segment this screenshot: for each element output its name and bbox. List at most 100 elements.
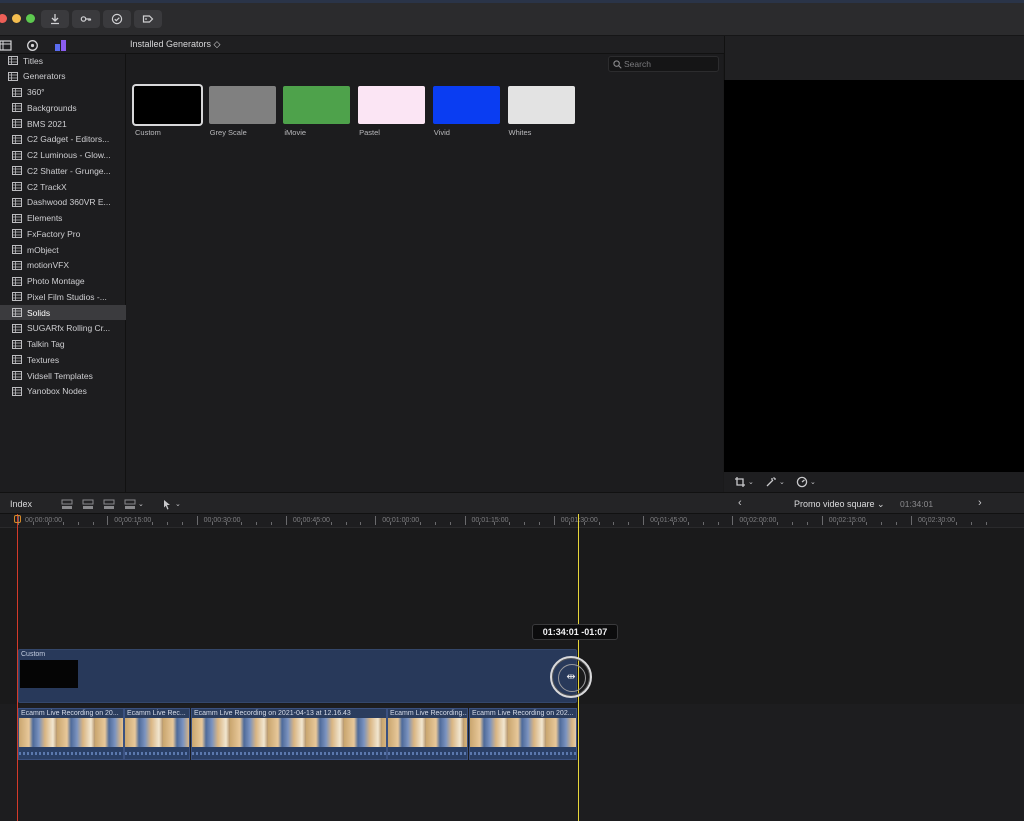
sidebar-item[interactable]: Vidsell Templates [0,368,126,383]
generator-clip-thumbnail [20,660,78,688]
ruler-tick [553,516,555,525]
sidebar-item-label: C2 Luminous - Glow... [27,150,111,160]
sidebar-item[interactable]: Yanobox Nodes [0,384,126,399]
folder-grid-icon [12,134,22,144]
sidebar-item[interactable]: Talkin Tag [0,337,126,352]
titles-generators-tab[interactable] [53,38,67,52]
ruler-minor-tick [419,522,421,525]
ruler-minor-tick [955,522,957,525]
sidebar-item-label: Vidsell Templates [27,370,93,381]
video-clip-name: Ecamm Live Recording on 20... [21,710,119,717]
title-bar-accent [0,0,1024,3]
video-clip[interactable]: Ecamm Live Recording... [387,708,468,760]
generator-label: Custom [135,128,161,137]
video-clip[interactable]: Ecamm Live Recording on 2021-04-13 at 12… [191,708,387,760]
sidebar-item[interactable]: SUGARfx Rolling Cr... [0,321,126,336]
sidebar-item[interactable]: C2 TrackX [0,179,126,194]
zoom-window-button[interactable] [26,14,35,23]
sidebar-item-label: Pixel Film Studios -... [27,291,107,302]
clip-appearance-button-3[interactable] [103,498,115,510]
titles-generators-icon [54,39,66,51]
trim-cursor-icon[interactable]: ⇹ [564,670,578,684]
ruler-minor-tick [777,522,779,525]
sidebar-item[interactable]: Backgrounds [0,100,126,115]
keywords-button[interactable] [72,10,100,28]
browser-toolbar: Installed Generators ◇ [0,36,724,54]
sidebar-item[interactable]: C2 Gadget - Editors... [0,132,126,147]
photos-tab[interactable] [25,38,39,52]
folder-grid-icon [12,355,22,365]
tool-select-button[interactable]: ⌄ [162,498,181,510]
generator-label: Grey Scale [209,128,247,137]
generator-thumbnail[interactable] [283,86,351,124]
generator-thumbnail[interactable] [358,86,426,124]
folder-grid-icon [12,386,22,396]
ruler-minor-tick [330,522,332,525]
overwrite-clip-button[interactable]: ⌄ [124,498,144,510]
ruler-label: 00:00:15:00 [114,517,152,524]
sidebar-item[interactable]: BMS 2021 [0,116,126,131]
search-placeholder: Search [624,59,651,69]
sidebar-item[interactable]: Generators [0,69,126,84]
back-arrow-button[interactable]: ‹ [738,497,742,509]
generator-thumbnail[interactable] [134,86,201,124]
arrow-pointer-icon [164,499,170,509]
sidebar-item[interactable]: Solids [0,305,126,320]
folder-grid-icon [12,292,22,302]
sidebar-item[interactable]: C2 Luminous - Glow... [0,148,126,163]
libraries-tab[interactable] [0,38,12,52]
folder-grid-icon [12,323,22,333]
playhead-handle[interactable] [14,515,21,523]
timeline-ruler[interactable]: 00:00:00:00 00:00:15:00 00:00:30:00 00:00:4… [0,514,1024,528]
generator-thumbnail[interactable] [208,86,276,124]
video-clip[interactable]: Ecamm Live Recording on 202... [469,708,577,760]
chevron-down-icon: ⌄ [748,479,754,486]
sidebar-item[interactable]: Photo Montage [0,274,126,289]
import-button[interactable] [41,10,69,28]
ruler-minor-tick [434,522,436,525]
audio-waveform [388,747,467,759]
sidebar-item[interactable]: Pixel Film Studios -... [0,289,126,304]
playhead[interactable] [17,514,18,821]
ruler-minor-tick [702,522,704,525]
ruler-minor-tick [360,522,362,525]
sidebar-item[interactable]: motionVFX [0,258,126,273]
search-input[interactable]: Search [608,56,719,72]
generator-thumbnail[interactable] [432,86,500,124]
folder-grid-icon [12,245,22,254]
ruler-tick [375,516,377,525]
ruler-minor-tick [449,522,451,525]
sidebar-item[interactable]: mObject [0,242,126,257]
sidebar-item[interactable]: C2 Shatter - Grunge... [0,163,126,178]
sidebar-item[interactable]: 360° [0,85,126,100]
clip-appearance-button-1[interactable] [61,498,73,510]
retime-menu-button[interactable]: ⌄ [796,476,816,488]
transform-menu-button[interactable]: ⌄ [734,476,754,488]
index-button[interactable]: Index [10,499,32,509]
tag-button[interactable] [134,10,162,28]
ruler-tick [732,516,734,525]
sidebar-item-label: Elements [27,213,63,223]
background-tasks-button[interactable] [103,10,131,28]
sidebar-item-label: SUGARfx Rolling Cr... [27,323,111,334]
sidebar-item[interactable]: Titles [0,53,126,68]
enhancements-menu-button[interactable]: ⌄ [765,476,785,488]
ruler-minor-tick [598,522,600,525]
generator-clip[interactable]: Custom [18,649,577,703]
video-clip[interactable]: Ecamm Live Rec... [124,708,190,760]
sidebar-item[interactable]: Elements [0,211,126,226]
close-window-button[interactable] [0,14,7,23]
ruler-tick [911,516,912,525]
video-clip[interactable]: Ecamm Live Recording on 20... [18,708,124,760]
sidebar-item[interactable]: FxFactory Pro [0,226,126,241]
sidebar-item-label: Textures [27,354,60,365]
sidebar-item[interactable]: Dashwood 360VR E... [0,195,126,210]
generator-thumbnail[interactable] [507,86,575,124]
installed-generators-dropdown[interactable]: Installed Generators ◇ [130,39,220,50]
minimize-window-button[interactable] [12,14,21,23]
forward-arrow-button[interactable]: › [978,497,982,509]
sidebar-item[interactable]: Textures [0,352,126,367]
clip-appearance-button-2[interactable] [82,498,94,510]
chevron-down-icon: ⌄ [138,501,144,508]
project-name-dropdown[interactable]: Promo video square ⌄ [794,499,885,510]
